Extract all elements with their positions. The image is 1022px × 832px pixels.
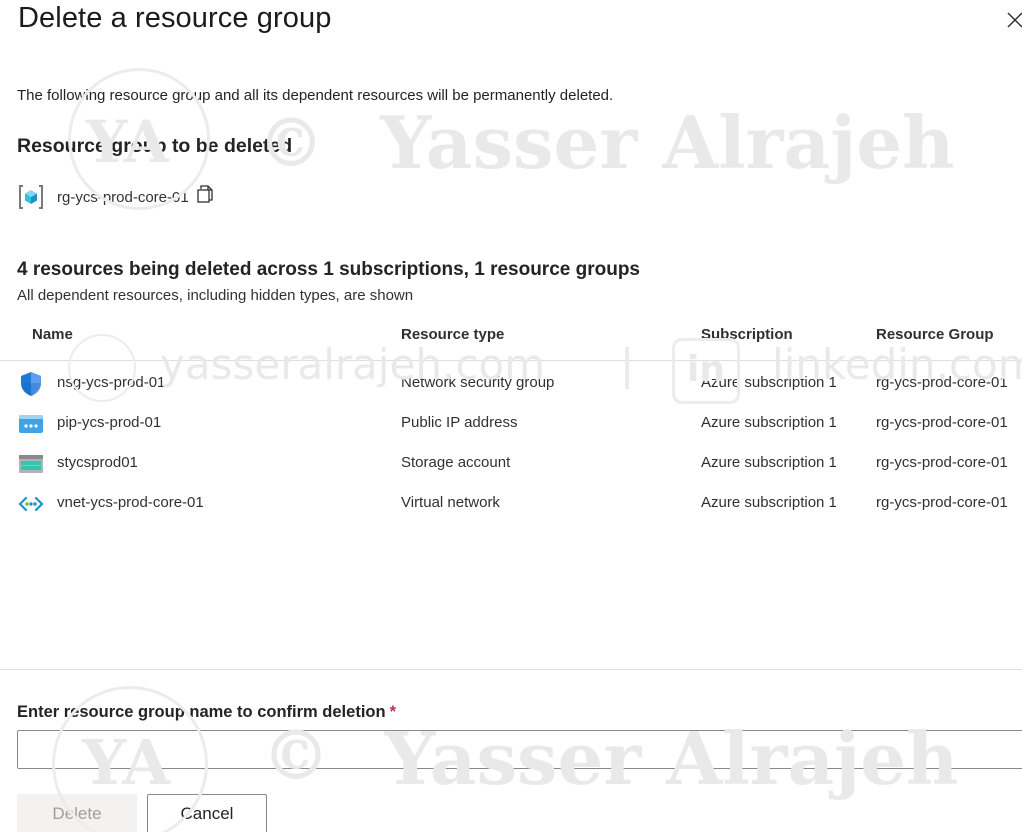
- row-subscription: Azure subscription 1: [701, 414, 837, 431]
- row-name[interactable]: pip-ycs-prod-01: [57, 414, 161, 431]
- resource-group-row: rg-ycs-prod-core-01: [17, 183, 214, 211]
- row-type: Network security group: [401, 374, 555, 391]
- table-row: nsg-ycs-prod-01 Network security group A…: [0, 363, 1022, 403]
- column-resource-group: Resource Group: [876, 326, 994, 343]
- column-resource-type: Resource type: [401, 326, 505, 343]
- row-group: rg-ycs-prod-core-01: [876, 374, 1008, 391]
- row-subscription: Azure subscription 1: [701, 454, 837, 471]
- confirm-label-text: Enter resource group name to confirm del…: [17, 703, 386, 721]
- row-type: Virtual network: [401, 494, 500, 511]
- storage-account-icon: [19, 455, 43, 473]
- table-header: Name Resource type Subscription Resource…: [0, 323, 1022, 361]
- column-name: Name: [32, 326, 73, 343]
- table-row: stycsprod01 Storage account Azure subscr…: [0, 443, 1022, 483]
- required-mark: *: [389, 703, 396, 721]
- row-group: rg-ycs-prod-core-01: [876, 494, 1008, 511]
- table-row: pip-ycs-prod-01 Public IP address Azure …: [0, 403, 1022, 443]
- delete-button[interactable]: Delete: [17, 794, 137, 832]
- virtual-network-icon: [18, 496, 44, 512]
- copy-icon[interactable]: [196, 184, 214, 204]
- dialog-description: The following resource group and all its…: [17, 87, 614, 104]
- row-type: Storage account: [401, 454, 511, 471]
- row-name[interactable]: stycsprod01: [57, 454, 138, 471]
- row-group: rg-ycs-prod-core-01: [876, 414, 1008, 431]
- cancel-button[interactable]: Cancel: [147, 794, 267, 832]
- close-icon[interactable]: [1005, 10, 1022, 30]
- column-subscription: Subscription: [701, 326, 793, 343]
- footer-divider: [0, 669, 1022, 670]
- row-group: rg-ycs-prod-core-01: [876, 454, 1008, 471]
- confirm-label: Enter resource group name to confirm del…: [17, 703, 396, 722]
- row-name[interactable]: nsg-ycs-prod-01: [57, 374, 165, 391]
- row-subscription: Azure subscription 1: [701, 374, 837, 391]
- confirm-name-input[interactable]: [17, 730, 1022, 769]
- section-title: Resource group to be deleted: [17, 135, 293, 157]
- watermark-name: Yasser Alrajeh: [380, 100, 955, 185]
- resource-group-name: rg-ycs-prod-core-01: [57, 188, 189, 206]
- resources-note: All dependent resources, including hidde…: [17, 287, 414, 304]
- row-name[interactable]: vnet-ycs-prod-core-01: [57, 494, 204, 511]
- public-ip-icon: [19, 415, 43, 433]
- row-type: Public IP address: [401, 414, 518, 431]
- table-row: vnet-ycs-prod-core-01 Virtual network Az…: [0, 483, 1022, 523]
- row-subscription: Azure subscription 1: [701, 494, 837, 511]
- resource-group-icon: [19, 185, 43, 209]
- dialog-title: Delete a resource group: [18, 2, 332, 34]
- network-security-group-icon: [21, 372, 41, 396]
- resources-summary: 4 resources being deleted across 1 subsc…: [17, 259, 641, 280]
